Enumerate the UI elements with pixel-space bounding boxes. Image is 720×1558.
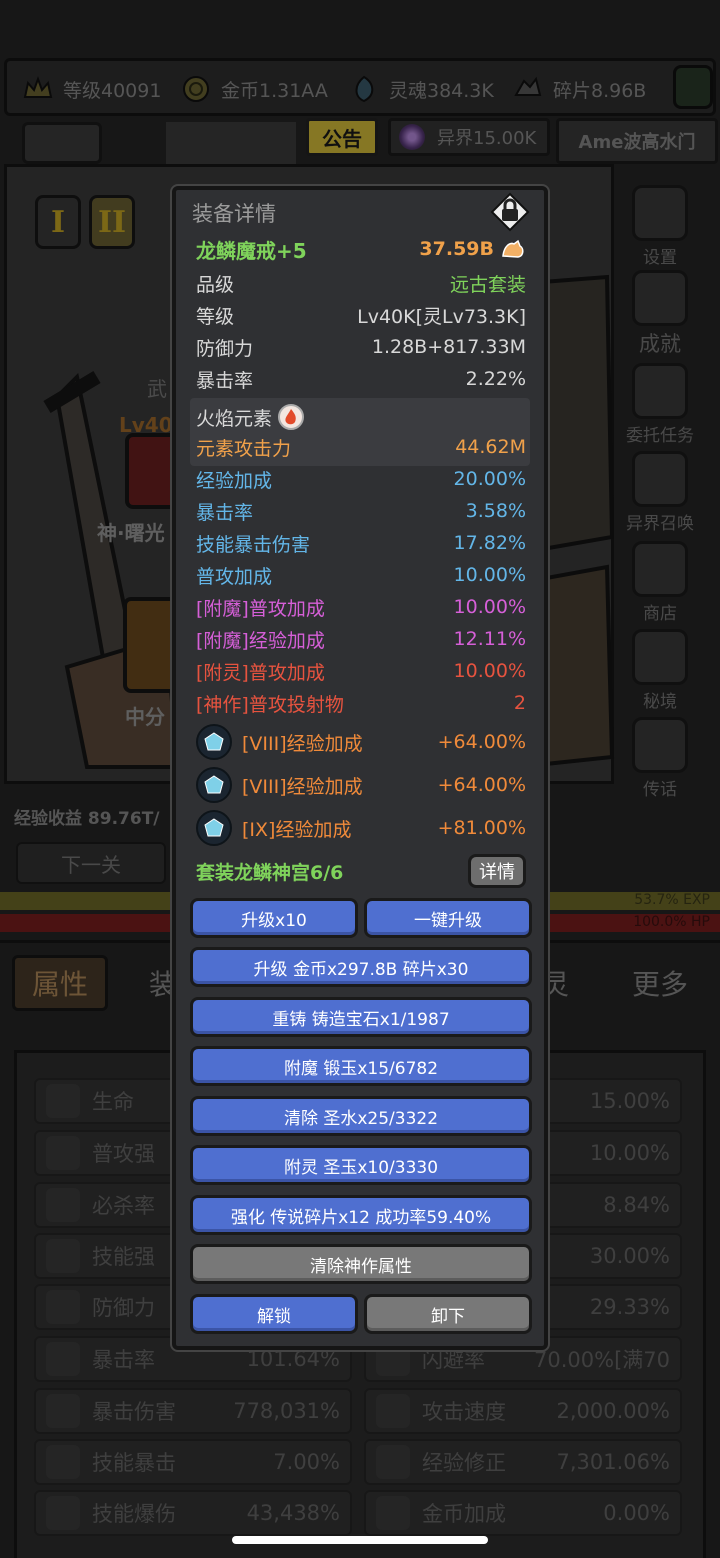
affix-row: 普攻加成 10.00% xyxy=(196,564,526,588)
spirit-row: [附灵]普攻加成 10.00% xyxy=(196,660,526,684)
clear-button[interactable]: 清除 圣水x25/3322 xyxy=(190,1096,532,1136)
item-header: 龙鳞魔戒+5 37.59B xyxy=(196,234,526,264)
upgrade-x10-button[interactable]: 升级x10 xyxy=(190,898,358,938)
home-indicator[interactable] xyxy=(232,1536,488,1544)
affix-row: 经验加成 20.00% xyxy=(196,468,526,492)
unequip-button[interactable]: 卸下 xyxy=(364,1294,532,1334)
stat-row-crit: 暴击率 2.22% xyxy=(196,368,526,392)
gem-row[interactable]: [VIII]经验加成 +64.00% xyxy=(196,765,526,805)
set-detail-button[interactable]: 详情 xyxy=(468,854,526,888)
enchant-row: [附魔]经验加成 12.11% xyxy=(196,628,526,652)
stat-row-level: 等级 Lv40K[灵Lv73.3K] xyxy=(196,305,526,328)
stat-row-defense: 防御力 1.28B+817.33M xyxy=(196,336,526,360)
upgrade-button[interactable]: 升级 金币x297.8B 碎片x30 xyxy=(190,947,532,987)
element-title-row: 火焰元素 xyxy=(196,402,526,432)
strengthen-button[interactable]: 强化 传说碎片x12 成功率59.40% xyxy=(190,1195,532,1235)
enchant-row: [附魔]普攻加成 10.00% xyxy=(196,596,526,620)
spirit-button[interactable]: 附灵 圣玉x10/3330 xyxy=(190,1145,532,1185)
affix-row: 暴击率 3.58% xyxy=(196,500,526,524)
modal-title: 装备详情 xyxy=(192,202,276,226)
affix-row: 技能暴击伤害 17.82% xyxy=(196,532,526,556)
lock-icon[interactable] xyxy=(490,192,530,232)
item-name: 龙鳞魔戒+5 xyxy=(196,238,307,263)
divine-row: [神作]普攻投射物 2 xyxy=(196,692,526,716)
stat-row-grade: 品级 远古套装 xyxy=(196,273,526,296)
diamond-gem-icon xyxy=(196,724,232,760)
gem-row[interactable]: [IX]经验加成 +81.00% xyxy=(196,808,526,848)
enchant-button[interactable]: 附魔 锻玉x15/6782 xyxy=(190,1046,532,1086)
reforge-button[interactable]: 重铸 铸造宝石x1/1987 xyxy=(190,997,532,1037)
fire-icon xyxy=(278,404,305,430)
equipment-detail-modal: 装备详情 龙鳞魔戒+5 37.59B 品级 远古套装 等级 Lv40K[灵Lv73.… xyxy=(172,186,548,1350)
upgrade-all-button[interactable]: 一键升级 xyxy=(364,898,532,938)
muscle-icon xyxy=(500,238,526,260)
diamond-gem-icon xyxy=(196,810,232,846)
element-attack-row: 元素攻击力 44.62M xyxy=(196,436,526,460)
clear-divine-button[interactable]: 清除神作属性 xyxy=(190,1244,532,1284)
unlock-button[interactable]: 解锁 xyxy=(190,1294,358,1334)
diamond-gem-icon xyxy=(196,767,232,803)
gem-row[interactable]: [VIII]经验加成 +64.00% xyxy=(196,722,526,762)
item-power: 37.59B xyxy=(419,238,526,260)
